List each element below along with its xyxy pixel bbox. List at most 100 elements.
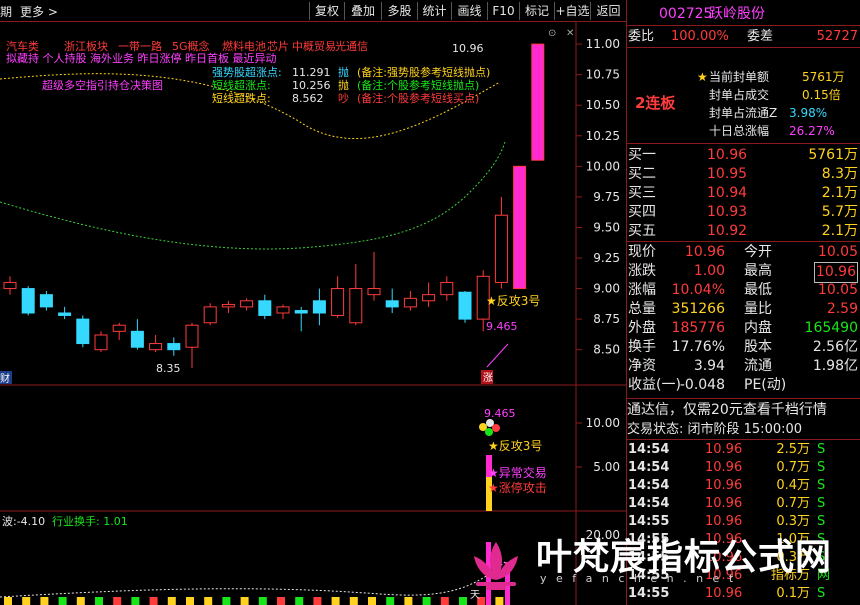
wb-label: 委比 bbox=[628, 29, 655, 44]
toolbar-button[interactable]: +自选 bbox=[554, 2, 590, 20]
candle-body[interactable] bbox=[221, 303, 235, 308]
bid-row: 买二 10.95 8.3万 bbox=[627, 165, 860, 184]
toolbar-button[interactable]: 多股 bbox=[381, 2, 417, 20]
bottom-bar bbox=[167, 597, 176, 605]
quote-row: 现价 10.96 今开 10.05 bbox=[627, 243, 860, 262]
ball-marker bbox=[485, 428, 493, 436]
candle-body[interactable] bbox=[149, 343, 163, 351]
quote-value: 10.96 bbox=[684, 244, 725, 260]
concept-tag: 燃料电池 bbox=[222, 39, 266, 53]
overlay-row-tag: 抛 bbox=[338, 65, 349, 79]
concept-tag: 浙江板块 bbox=[64, 39, 108, 53]
quote-label: 净资 bbox=[628, 358, 656, 374]
quote-label-2: 今开 bbox=[744, 244, 772, 260]
bid-price: 10.93 bbox=[707, 204, 748, 220]
quote-value-2: 10.05 bbox=[817, 244, 858, 260]
candle-body[interactable] bbox=[531, 43, 545, 161]
bid-label: 买一 bbox=[628, 147, 656, 163]
indicator-title: 超级多空指引持仓决策图 bbox=[42, 78, 163, 92]
candle-body[interactable] bbox=[185, 324, 199, 348]
candle-body[interactable] bbox=[240, 300, 254, 308]
chevron-right-icon: > bbox=[47, 5, 58, 19]
stock-name: 跃岭股份 bbox=[709, 6, 765, 22]
toolbar-button[interactable]: 统计 bbox=[417, 2, 451, 20]
bid-row: 买五 10.92 2.1万 bbox=[627, 222, 860, 241]
quote-value: 10.04% bbox=[671, 282, 725, 298]
board-count: 2连板 bbox=[635, 94, 676, 112]
trade-side: S bbox=[817, 460, 826, 475]
candle-body[interactable] bbox=[276, 306, 290, 314]
bottom-bar bbox=[4, 597, 12, 605]
trade-volume: 0.4万 bbox=[776, 478, 810, 493]
bottom-bar bbox=[186, 597, 194, 605]
quote-value: -0.048 bbox=[679, 377, 725, 393]
trade-row: 14:54 10.96 0.4万 S bbox=[627, 477, 860, 495]
quote-value-2: 10.96 bbox=[813, 262, 858, 283]
quote-label: 收益(一) bbox=[628, 377, 681, 393]
seal-value: 3.98% bbox=[789, 106, 828, 120]
trade-volume: 0.7万 bbox=[776, 496, 810, 511]
toolbar-button[interactable]: 叠加 bbox=[344, 2, 381, 20]
bottom-bar bbox=[277, 597, 285, 605]
toolbar-button[interactable]: F10 bbox=[487, 2, 519, 20]
candle-body[interactable] bbox=[385, 300, 399, 308]
concept-tag: 光通信 bbox=[335, 39, 368, 53]
trade-price: 10.96 bbox=[705, 478, 743, 493]
toolbar-button[interactable]: 复权 bbox=[309, 2, 344, 20]
candle-body[interactable] bbox=[258, 300, 272, 316]
candle-body[interactable] bbox=[513, 165, 527, 290]
candle-body[interactable] bbox=[112, 324, 126, 332]
promo-banner[interactable]: 通达信，仅需20元查看千档行情 bbox=[627, 400, 827, 420]
candle-body[interactable] bbox=[422, 294, 436, 302]
bid-label: 买三 bbox=[628, 185, 656, 201]
sub-signal-zhangting: ★涨停攻击 bbox=[488, 480, 547, 495]
candle-body[interactable] bbox=[94, 334, 108, 351]
candle-body[interactable] bbox=[294, 310, 308, 314]
trade-volume: 2.5万 bbox=[776, 442, 810, 457]
candle-body[interactable] bbox=[21, 288, 35, 314]
seal-star-icon: ★ bbox=[697, 70, 708, 84]
candle-body[interactable] bbox=[458, 291, 472, 320]
trade-side: S bbox=[817, 496, 826, 511]
sub-axis-label: 10.00 bbox=[586, 416, 620, 430]
toolbar-button[interactable]: 画线 bbox=[451, 2, 487, 20]
concept-tag: 5G概念 bbox=[172, 39, 210, 53]
overlay-row-value: 10.256 bbox=[292, 79, 331, 92]
period-label[interactable]: 期 bbox=[0, 3, 12, 20]
wb-value: 100.00% bbox=[671, 29, 729, 44]
axis-tick-label: 9.75 bbox=[593, 190, 620, 204]
candle-body[interactable] bbox=[167, 343, 181, 351]
candle-body[interactable] bbox=[39, 294, 53, 308]
quote-label-2: 量比 bbox=[744, 301, 772, 317]
watermark-url: y e f a n c h e n . n e t bbox=[540, 572, 737, 585]
candle-body[interactable] bbox=[367, 288, 381, 296]
quote-value: 185776 bbox=[671, 320, 725, 336]
toolbar-button[interactable]: 返回 bbox=[590, 2, 626, 20]
bottom-bar bbox=[368, 597, 376, 605]
candle-body[interactable] bbox=[440, 281, 454, 296]
signal-price: 9.465 bbox=[486, 320, 518, 333]
kline-chart[interactable]: 11.00 10.75 10.50 10.25 10.00 9.75 9.50 9.25 9.0… bbox=[0, 22, 626, 605]
candle-body[interactable] bbox=[58, 312, 72, 316]
bid-label: 买五 bbox=[628, 223, 656, 239]
quote-value-2: 2.56亿 bbox=[812, 339, 858, 355]
candle-body[interactable] bbox=[3, 281, 17, 290]
concept-tag: 中概贸易 bbox=[292, 40, 336, 53]
bottom-bar bbox=[131, 597, 140, 605]
bid-price: 10.92 bbox=[707, 223, 748, 239]
candle-body[interactable] bbox=[349, 288, 363, 324]
toolbar-button[interactable]: 标记 bbox=[519, 2, 554, 20]
candle-body[interactable] bbox=[403, 297, 417, 308]
candle-body[interactable] bbox=[203, 306, 217, 324]
stock-code: 002725 bbox=[659, 6, 713, 22]
candle-body[interactable] bbox=[494, 214, 508, 283]
candle-body[interactable] bbox=[331, 288, 345, 316]
more-menu[interactable]: 更多 > bbox=[20, 3, 58, 20]
candle-body[interactable] bbox=[312, 300, 326, 314]
candle-body[interactable] bbox=[130, 330, 144, 348]
quote-row: 涨跌 1.00 最高 10.96 bbox=[627, 262, 860, 283]
bottom-bar bbox=[204, 597, 213, 605]
quote-label: 换手 bbox=[628, 339, 656, 355]
candle-body[interactable] bbox=[76, 318, 90, 345]
quote-row: 收益(一) -0.048 PE(动) bbox=[627, 376, 860, 395]
